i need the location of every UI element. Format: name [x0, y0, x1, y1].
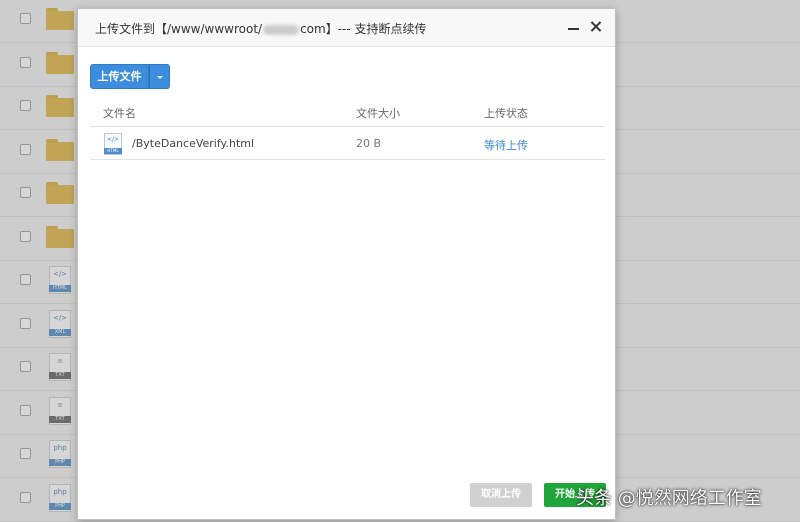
watermark-text: 头条 @悦然网络工作室	[576, 488, 762, 509]
upload-file-table: 文件名 文件大小 上传状态 </> HTML /ByteDanceVerify.…	[90, 97, 605, 160]
file-size: 20 B	[356, 137, 382, 150]
table-row: </> HTML /ByteDanceVerify.html 20 B 等待上传	[90, 127, 605, 160]
cancel-upload-button[interactable]: 取消上传	[470, 483, 532, 507]
upload-dropdown-caret-icon[interactable]	[149, 64, 170, 89]
file-icon-label: HTML	[104, 148, 122, 154]
upload-file-button[interactable]: 上传文件	[90, 64, 149, 89]
file-icon-symbol: </>	[106, 136, 120, 143]
dialog-header: 上传文件到【/www/wwwroot/com】--- 支持断点续传	[78, 9, 615, 47]
table-header: 文件名 文件大小 上传状态	[90, 97, 605, 127]
file-name: /ByteDanceVerify.html	[132, 137, 255, 150]
dialog-title-suffix: com】--- 支持断点续传	[300, 22, 427, 36]
upload-button-group: 上传文件	[90, 64, 170, 89]
close-icon[interactable]	[588, 19, 604, 35]
dialog-title: 上传文件到【/www/wwwroot/com】--- 支持断点续传	[95, 20, 427, 37]
column-header-size: 文件大小	[356, 107, 400, 120]
column-header-status: 上传状态	[484, 107, 528, 120]
upload-dialog: 上传文件到【/www/wwwroot/com】--- 支持断点续传 上传文件 文…	[77, 8, 616, 520]
dialog-title-prefix: 上传文件到【/www/wwwroot/	[95, 22, 263, 36]
redacted-domain	[263, 24, 300, 35]
file-upload-status: 等待上传	[484, 139, 528, 152]
column-header-name: 文件名	[103, 107, 136, 120]
html-file-icon: </> HTML	[104, 133, 122, 155]
minimize-icon[interactable]	[566, 19, 582, 35]
